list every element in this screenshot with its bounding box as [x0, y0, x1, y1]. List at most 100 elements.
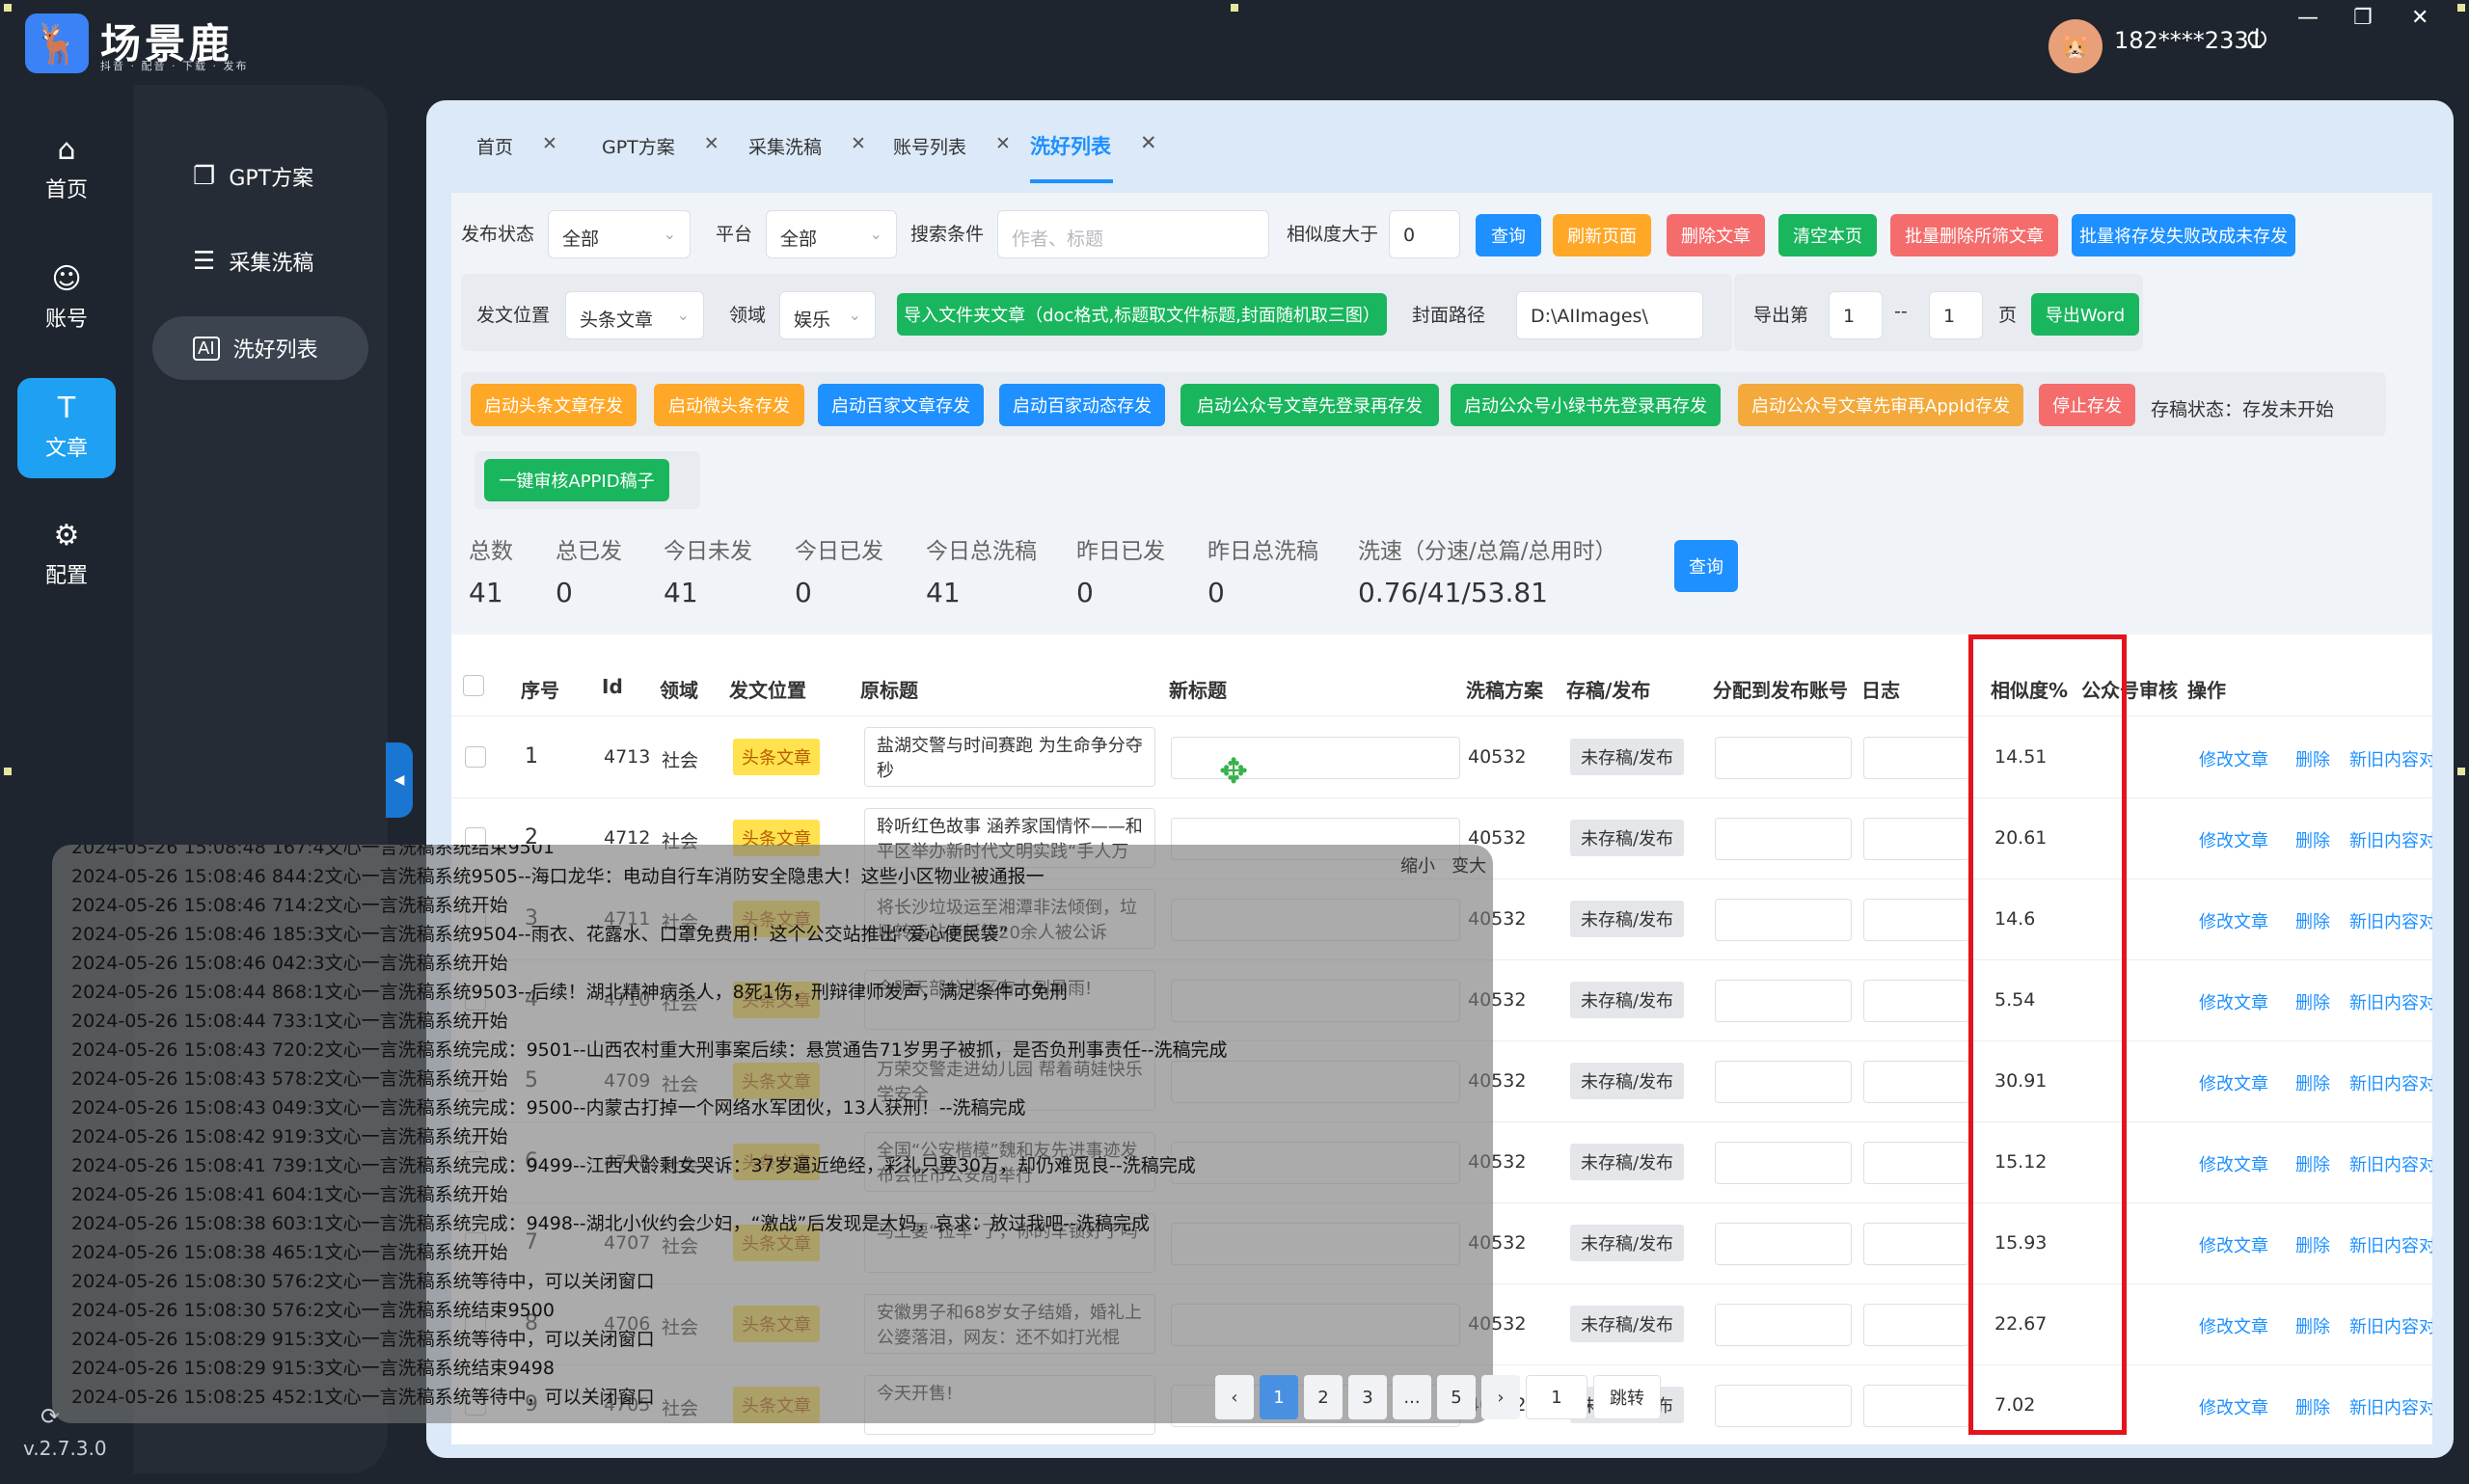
export-word-button[interactable]: 导出Word	[2031, 293, 2139, 336]
delete-link[interactable]: 删除	[2295, 989, 2330, 1014]
tab-collect[interactable]: 采集洗稿 ✕	[748, 133, 866, 159]
goto-button[interactable]: 跳转	[1593, 1375, 1661, 1419]
clear-page-button[interactable]: 清空本页	[1778, 214, 1877, 256]
domain-select[interactable]: 娱乐 ⌄	[779, 291, 876, 339]
audit-appid-button[interactable]: 一键审核APPID稿子	[484, 459, 669, 501]
assign-account-input[interactable]	[1715, 1304, 1852, 1346]
log-input[interactable]	[1863, 737, 1969, 779]
avatar[interactable]: 🐹	[2048, 19, 2103, 73]
close-icon[interactable]: ✕	[851, 133, 866, 159]
page-button[interactable]: 2	[1304, 1375, 1343, 1419]
start-gzh-greenbook-button[interactable]: 启动公众号小绿书先登录再存发	[1451, 384, 1721, 426]
edit-article-link[interactable]: 修改文章	[2199, 1070, 2268, 1095]
start-baijia-dynamic-button[interactable]: 启动百家动态存发	[999, 384, 1165, 426]
refresh-page-button[interactable]: 刷新页面	[1553, 214, 1651, 256]
page-button[interactable]: 5	[1437, 1375, 1476, 1419]
row-checkbox[interactable]	[465, 746, 486, 768]
log-input[interactable]	[1863, 899, 1969, 941]
sub-item-washed-list[interactable]: AI 洗好列表	[152, 316, 368, 380]
start-gzh-article-button[interactable]: 启动公众号文章先登录再存发	[1180, 384, 1439, 426]
compare-content-link[interactable]: 新旧内容对比	[2349, 746, 2432, 771]
start-weitoutiao-button[interactable]: 启动微头条存发	[654, 384, 804, 426]
nav-item-home[interactable]: ⌂ 首页	[17, 120, 116, 220]
restore-button[interactable]: ❐	[2353, 6, 2373, 30]
compare-content-link[interactable]: 新旧内容对比	[2349, 908, 2432, 933]
delete-link[interactable]: 删除	[2295, 1394, 2330, 1419]
new-title-input[interactable]	[1171, 737, 1460, 779]
close-button[interactable]: ✕	[2411, 6, 2428, 30]
page-ellipsis[interactable]: ...	[1393, 1375, 1431, 1419]
edit-article-link[interactable]: 修改文章	[2199, 1151, 2268, 1176]
edit-article-link[interactable]: 修改文章	[2199, 1313, 2268, 1338]
delete-link[interactable]: 删除	[2295, 827, 2330, 852]
batch-reset-button[interactable]: 批量将存发失败改成未存发	[2072, 214, 2295, 256]
log-input[interactable]	[1863, 818, 1969, 860]
nav-item-account[interactable]: ☺ 账号	[17, 249, 116, 349]
assign-account-input[interactable]	[1715, 1385, 1852, 1427]
compare-content-link[interactable]: 新旧内容对比	[2349, 1313, 2432, 1338]
delete-link[interactable]: 删除	[2295, 1232, 2330, 1257]
tab-home[interactable]: 首页 ✕	[476, 133, 557, 159]
assign-account-input[interactable]	[1715, 980, 1852, 1022]
assign-account-input[interactable]	[1715, 737, 1852, 779]
log-input[interactable]	[1863, 1061, 1969, 1103]
status-select[interactable]: 全部 ⌄	[548, 210, 691, 258]
edit-article-link[interactable]: 修改文章	[2199, 1394, 2268, 1419]
delete-link[interactable]: 删除	[2295, 1313, 2330, 1338]
sub-item-gpt[interactable]: ❐ GPT方案	[152, 145, 368, 208]
delete-article-button[interactable]: 删除文章	[1667, 214, 1765, 256]
assign-account-input[interactable]	[1715, 818, 1852, 860]
import-folder-button[interactable]: 导入文件夹文章（doc格式,标题取文件标题,封面随机取三图）	[897, 293, 1387, 336]
delete-link[interactable]: 删除	[2295, 1151, 2330, 1176]
cover-path-input[interactable]: D:\AIImages\	[1516, 291, 1703, 339]
log-input[interactable]	[1863, 980, 1969, 1022]
page-button[interactable]: 3	[1348, 1375, 1387, 1419]
start-baijia-article-button[interactable]: 启动百家文章存发	[818, 384, 984, 426]
close-icon[interactable]: ✕	[704, 133, 719, 159]
minimize-button[interactable]: —	[2297, 6, 2319, 30]
nav-item-config[interactable]: ⚙ 配置	[17, 505, 116, 606]
tab-gpt[interactable]: GPT方案 ✕	[602, 133, 719, 159]
edit-article-link[interactable]: 修改文章	[2199, 908, 2268, 933]
grow-button[interactable]: 变大	[1452, 856, 1486, 877]
compare-content-link[interactable]: 新旧内容对比	[2349, 1394, 2432, 1419]
export-to-input[interactable]: 1	[1929, 291, 1983, 339]
tab-accounts[interactable]: 账号列表 ✕	[893, 133, 1011, 159]
compare-content-link[interactable]: 新旧内容对比	[2349, 1070, 2432, 1095]
edit-article-link[interactable]: 修改文章	[2199, 827, 2268, 852]
stats-query-button[interactable]: 查询	[1674, 540, 1738, 592]
log-input[interactable]	[1863, 1385, 1969, 1427]
sub-item-collect[interactable]: ☰ 采集洗稿	[152, 229, 368, 293]
tab-washed-list[interactable]: 洗好列表 ✕	[1030, 131, 1157, 160]
start-toutiao-button[interactable]: 启动头条文章存发	[471, 384, 637, 426]
assign-account-input[interactable]	[1715, 1142, 1852, 1184]
power-icon[interactable]: ⏻	[2247, 25, 2267, 55]
compare-content-link[interactable]: 新旧内容对比	[2349, 989, 2432, 1014]
close-icon[interactable]: ✕	[1140, 131, 1157, 160]
log-input[interactable]	[1863, 1142, 1969, 1184]
query-button[interactable]: 查询	[1476, 214, 1541, 256]
platform-select[interactable]: 全部 ⌄	[766, 210, 897, 258]
goto-page-input[interactable]: 1	[1526, 1375, 1587, 1419]
select-all-checkbox[interactable]	[463, 675, 484, 696]
close-icon[interactable]: ✕	[542, 133, 557, 159]
delete-link[interactable]: 删除	[2295, 908, 2330, 933]
edit-article-link[interactable]: 修改文章	[2199, 1232, 2268, 1257]
edit-article-link[interactable]: 修改文章	[2199, 746, 2268, 771]
page-button[interactable]: 1	[1260, 1375, 1298, 1419]
log-input[interactable]	[1863, 1304, 1969, 1346]
assign-account-input[interactable]	[1715, 1223, 1852, 1265]
log-input[interactable]	[1863, 1223, 1969, 1265]
search-input[interactable]: 作者、标题	[997, 210, 1269, 258]
export-from-input[interactable]: 1	[1829, 291, 1883, 339]
compare-content-link[interactable]: 新旧内容对比	[2349, 1151, 2432, 1176]
similarity-input[interactable]: 0	[1389, 210, 1460, 258]
collapse-sidebar-button[interactable]: ◀	[386, 742, 413, 818]
assign-account-input[interactable]	[1715, 1061, 1852, 1103]
delete-link[interactable]: 删除	[2295, 1070, 2330, 1095]
delete-link[interactable]: 删除	[2295, 746, 2330, 771]
compare-content-link[interactable]: 新旧内容对比	[2349, 1232, 2432, 1257]
batch-delete-button[interactable]: 批量删除所筛文章	[1890, 214, 2058, 256]
start-gzh-appid-button[interactable]: 启动公众号文章先审再AppId存发	[1738, 384, 2023, 426]
shrink-button[interactable]: 缩小	[1400, 856, 1435, 877]
